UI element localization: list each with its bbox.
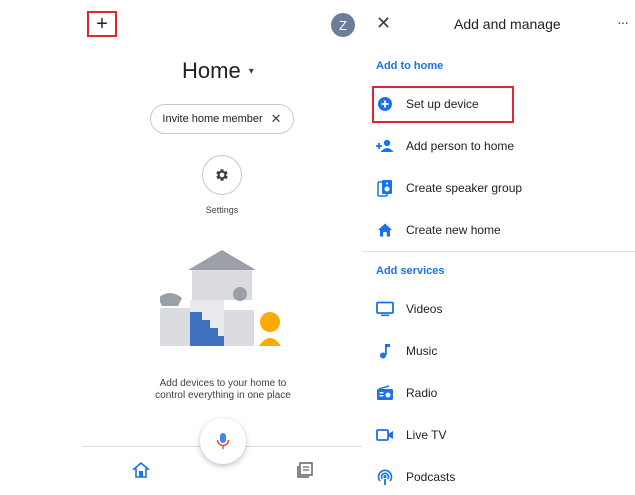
mic-icon	[216, 433, 230, 449]
feed-icon[interactable]	[296, 461, 314, 479]
add-person-item[interactable]: Add person to home	[372, 130, 634, 162]
home-selector[interactable]: Home ▾	[182, 58, 254, 84]
list-item-label: Radio	[406, 386, 438, 400]
radio-icon	[374, 382, 396, 404]
podcasts-item[interactable]: Podcasts	[372, 461, 634, 493]
plus-icon: +	[96, 13, 108, 35]
person-add-icon	[374, 135, 396, 157]
chevron-down-icon: ▾	[248, 65, 254, 77]
home-icon[interactable]	[132, 461, 150, 479]
section-add-services: Add services	[376, 265, 445, 277]
close-icon[interactable]: ✕	[376, 13, 391, 34]
page-title: Home	[182, 58, 241, 83]
settings-label: Settings	[205, 205, 239, 215]
list-item-label: Create new home	[406, 223, 501, 237]
home-screen: + Z Home ▾ Invite home member ✕ Settings…	[0, 0, 362, 495]
section-add-to-home: Add to home	[376, 60, 444, 72]
tv-icon	[374, 298, 396, 320]
list-item-label: Set up device	[406, 97, 479, 111]
empty-state-message: Add devices to your home to control ever…	[155, 378, 291, 401]
music-note-icon	[374, 340, 396, 362]
sheet-title: Add and manage	[454, 16, 561, 32]
create-new-home-item[interactable]: Create new home	[372, 214, 634, 246]
videos-item[interactable]: Videos	[372, 293, 634, 325]
create-speaker-group-item[interactable]: Create speaker group	[372, 172, 634, 204]
podcasts-icon	[374, 466, 396, 488]
list-item-label: Create speaker group	[406, 181, 523, 195]
gear-icon	[216, 169, 228, 181]
home-icon	[374, 219, 396, 241]
add-button[interactable]: +	[87, 11, 117, 37]
add-and-manage-sheet: ✕ Add and manage ··· Add to home Set up …	[362, 0, 635, 495]
home-illustration	[160, 250, 281, 346]
list-item-label: Music	[406, 344, 438, 358]
radio-item[interactable]: Radio	[372, 377, 634, 409]
set-up-device-item[interactable]: Set up device	[372, 88, 634, 120]
avatar[interactable]: Z	[331, 13, 355, 37]
music-item[interactable]: Music	[372, 335, 634, 367]
section-divider	[362, 251, 635, 252]
add-circle-icon	[374, 93, 396, 115]
more-options-icon[interactable]: ···	[617, 14, 629, 30]
mic-button[interactable]	[200, 418, 246, 464]
live-tv-icon	[374, 424, 396, 446]
list-item-label: Videos	[406, 302, 443, 316]
settings-button[interactable]	[202, 155, 242, 195]
close-icon[interactable]: ✕	[271, 111, 282, 127]
list-item-label: Podcasts	[406, 470, 456, 484]
list-item-label: Add person to home	[406, 139, 515, 153]
list-item-label: Live TV	[406, 428, 447, 442]
invite-chip-label: Invite home member	[162, 113, 263, 125]
live-tv-item[interactable]: Live TV	[372, 419, 634, 451]
speaker-group-icon	[374, 177, 396, 199]
invite-home-member-chip[interactable]: Invite home member ✕	[150, 104, 294, 134]
